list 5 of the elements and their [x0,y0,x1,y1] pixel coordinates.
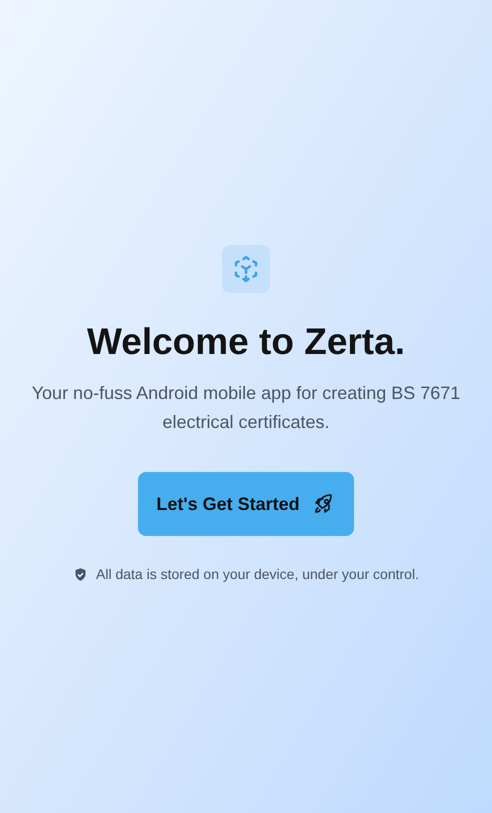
shield-check-icon [73,567,88,582]
welcome-heading: Welcome to Zerta. [86,320,405,364]
get-started-button[interactable]: Let's Get Started [138,472,354,536]
app-description: Your no-fuss Android mobile app for creating BS 7671 electrical certificates. [30,382,462,434]
privacy-note: All data is stored on your device, under your control. [96,565,419,584]
